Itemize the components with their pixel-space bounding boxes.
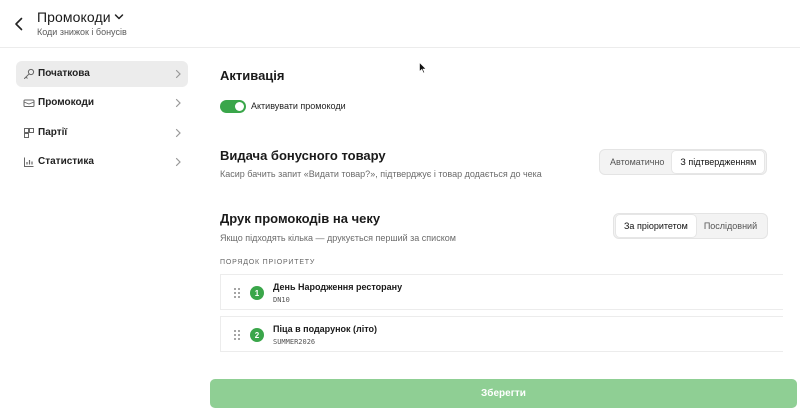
print-mode-sequential[interactable]: Послідовний [696,215,765,237]
sidebar-item-label: Партії [38,127,68,138]
bonus-mode-automatic[interactable]: Автоматично [602,151,672,173]
save-button[interactable]: Зберегти [210,379,797,408]
drag-handle-icon[interactable] [233,287,241,299]
print-title: Друк промокодів на чеку [220,211,381,226]
ticket-icon [23,99,35,107]
sidebar-item-promocodes[interactable]: Промокоди [16,90,188,116]
print-mode-segmented: За пріоритетом Послідовний [613,213,769,239]
print-description: Якщо підходять кілька — друкується перши… [220,233,456,243]
page-title: Промокоди [37,9,111,25]
back-button[interactable] [10,14,28,34]
chevron-right-icon [175,98,181,108]
bonus-mode-confirmation[interactable]: З підтвердженням [672,151,765,173]
sidebar: Початкова Промокоди Партії Статистика [0,48,200,413]
activation-title: Активація [220,68,285,83]
main-content: Активація Активувати промокоди Видача бо… [200,48,800,413]
priority-number: 2 [250,328,264,342]
activate-promocodes-toggle[interactable] [220,100,246,113]
bonus-title: Видача бонусного товару [220,148,386,163]
chevron-right-icon [175,157,181,167]
sidebar-item-batches[interactable]: Партії [16,120,188,146]
bonus-description: Касир бачить запит «Видати товар?», підт… [220,169,542,179]
promocode-code: DN10 [273,296,290,304]
chevron-left-icon [15,17,23,31]
promocode-name: Піца в подарунок (літо) [273,324,378,334]
promocode-name: День Народження ресторану [273,282,403,292]
sidebar-item-statistics[interactable]: Статистика [16,149,188,175]
chevron-right-icon [175,128,181,138]
page-title-dropdown[interactable]: Промокоди [37,9,124,25]
sidebar-item-label: Промокоди [38,97,94,108]
key-icon [24,68,35,79]
sidebar-item-label: Статистика [38,156,94,167]
list-item[interactable]: 2 Піца в подарунок (літо) SUMMER2026 [220,316,783,352]
toggle-label: Активувати промокоди [251,101,346,111]
sidebar-item-start[interactable]: Початкова [16,61,188,87]
list-item[interactable]: 1 День Народження ресторану DN10 [220,274,783,310]
chevron-right-icon [175,69,181,79]
promocode-code: SUMMER2026 [273,338,316,346]
sidebar-item-label: Початкова [38,68,90,79]
toggle-knob [235,102,244,111]
chevron-down-icon [114,14,123,20]
priority-number: 1 [250,286,264,300]
chart-icon [24,157,34,167]
print-mode-priority[interactable]: За пріоритетом [616,215,696,237]
batches-icon [24,128,34,138]
drag-handle-icon[interactable] [233,329,241,341]
top-header: Промокоди Коди знижок і бонусів [0,0,800,48]
page-subtitle: Коди знижок і бонусів [37,27,127,37]
priority-order-label: ПОРЯДОК ПРІОРИТЕТУ [220,259,316,266]
mouse-cursor-icon [419,62,427,74]
bonus-mode-segmented: Автоматично З підтвердженням [599,149,768,175]
